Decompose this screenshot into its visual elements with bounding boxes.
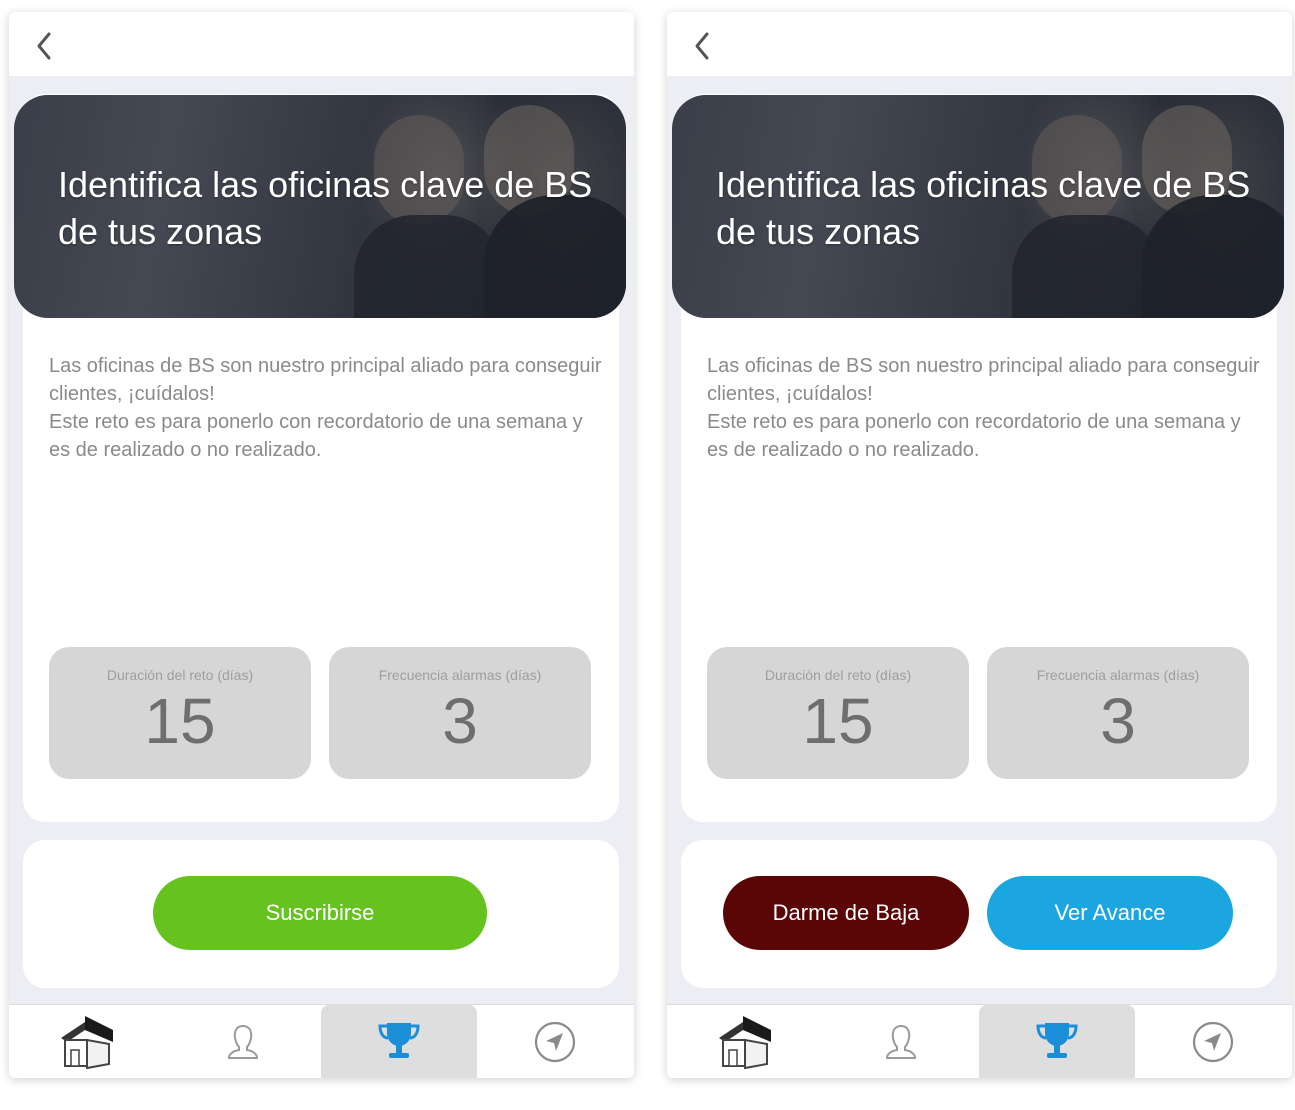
challenge-title: Identifica las oficinas clave de BS de t…: [58, 164, 593, 252]
unsubscribe-button[interactable]: Darme de Baja: [723, 876, 969, 950]
tab-home[interactable]: [9, 1005, 165, 1078]
action-card: Darme de Baja Ver Avance: [681, 840, 1277, 988]
duration-stat: Duración del reto (días) 15: [49, 647, 311, 779]
frequency-label: Frecuencia alarmas (días): [1036, 667, 1200, 683]
tab-location[interactable]: [1135, 1005, 1291, 1078]
frequency-stat: Frecuencia alarmas (días) 3: [987, 647, 1249, 779]
location-arrow-icon: [534, 1021, 576, 1063]
duration-value: 15: [144, 685, 216, 757]
duration-value: 15: [802, 685, 874, 757]
user-icon: [885, 1024, 917, 1059]
tab-profile[interactable]: [165, 1005, 321, 1078]
chevron-left-icon: [695, 32, 709, 60]
tab-bar: [9, 1004, 634, 1078]
challenge-banner: Identifica las oficinas clave de BS de t…: [672, 95, 1284, 318]
frequency-stat: Frecuencia alarmas (días) 3: [329, 647, 591, 779]
tab-challenges[interactable]: [321, 1005, 477, 1078]
back-button[interactable]: [27, 22, 63, 66]
tab-home[interactable]: [667, 1005, 823, 1078]
challenge-title: Identifica las oficinas clave de BS de t…: [716, 164, 1251, 252]
phone-screen-subscribe: Identifica las oficinas clave de BS de t…: [9, 12, 634, 1078]
back-button[interactable]: [685, 22, 721, 66]
top-bar: [667, 12, 1292, 76]
trophy-icon: [378, 1023, 420, 1058]
home-icon: [61, 1016, 113, 1070]
description-line: Este reto es para ponerlo con recordator…: [707, 411, 1241, 461]
duration-label: Duración del reto (días): [764, 667, 912, 683]
challenge-description: Las oficinas de BS son nuestro principal…: [707, 352, 1267, 464]
top-bar: [9, 12, 634, 76]
description-line: Este reto es para ponerlo con recordator…: [49, 411, 583, 461]
tab-bar: [667, 1004, 1292, 1078]
challenge-description: Las oficinas de BS son nuestro principal…: [49, 352, 609, 464]
home-icon: [719, 1016, 771, 1070]
tab-profile[interactable]: [823, 1005, 979, 1078]
subscribe-button[interactable]: Suscribirse: [153, 876, 487, 950]
frequency-value: 3: [442, 685, 478, 757]
duration-label: Duración del reto (días): [106, 667, 254, 683]
description-line: Las oficinas de BS son nuestro principal…: [707, 355, 1260, 405]
challenge-banner: Identifica las oficinas clave de BS de t…: [14, 95, 626, 318]
action-card: Suscribirse: [23, 840, 619, 988]
frequency-label: Frecuencia alarmas (días): [378, 667, 542, 683]
trophy-icon: [1036, 1023, 1078, 1058]
user-icon: [227, 1024, 259, 1059]
duration-stat: Duración del reto (días) 15: [707, 647, 969, 779]
view-progress-button[interactable]: Ver Avance: [987, 876, 1233, 950]
chevron-left-icon: [37, 32, 51, 60]
frequency-value: 3: [1100, 685, 1136, 757]
tab-challenges[interactable]: [979, 1005, 1135, 1078]
location-arrow-icon: [1192, 1021, 1234, 1063]
description-line: Las oficinas de BS son nuestro principal…: [49, 355, 602, 405]
phone-screen-subscribed: Identifica las oficinas clave de BS de t…: [667, 12, 1292, 1078]
tab-location[interactable]: [477, 1005, 633, 1078]
